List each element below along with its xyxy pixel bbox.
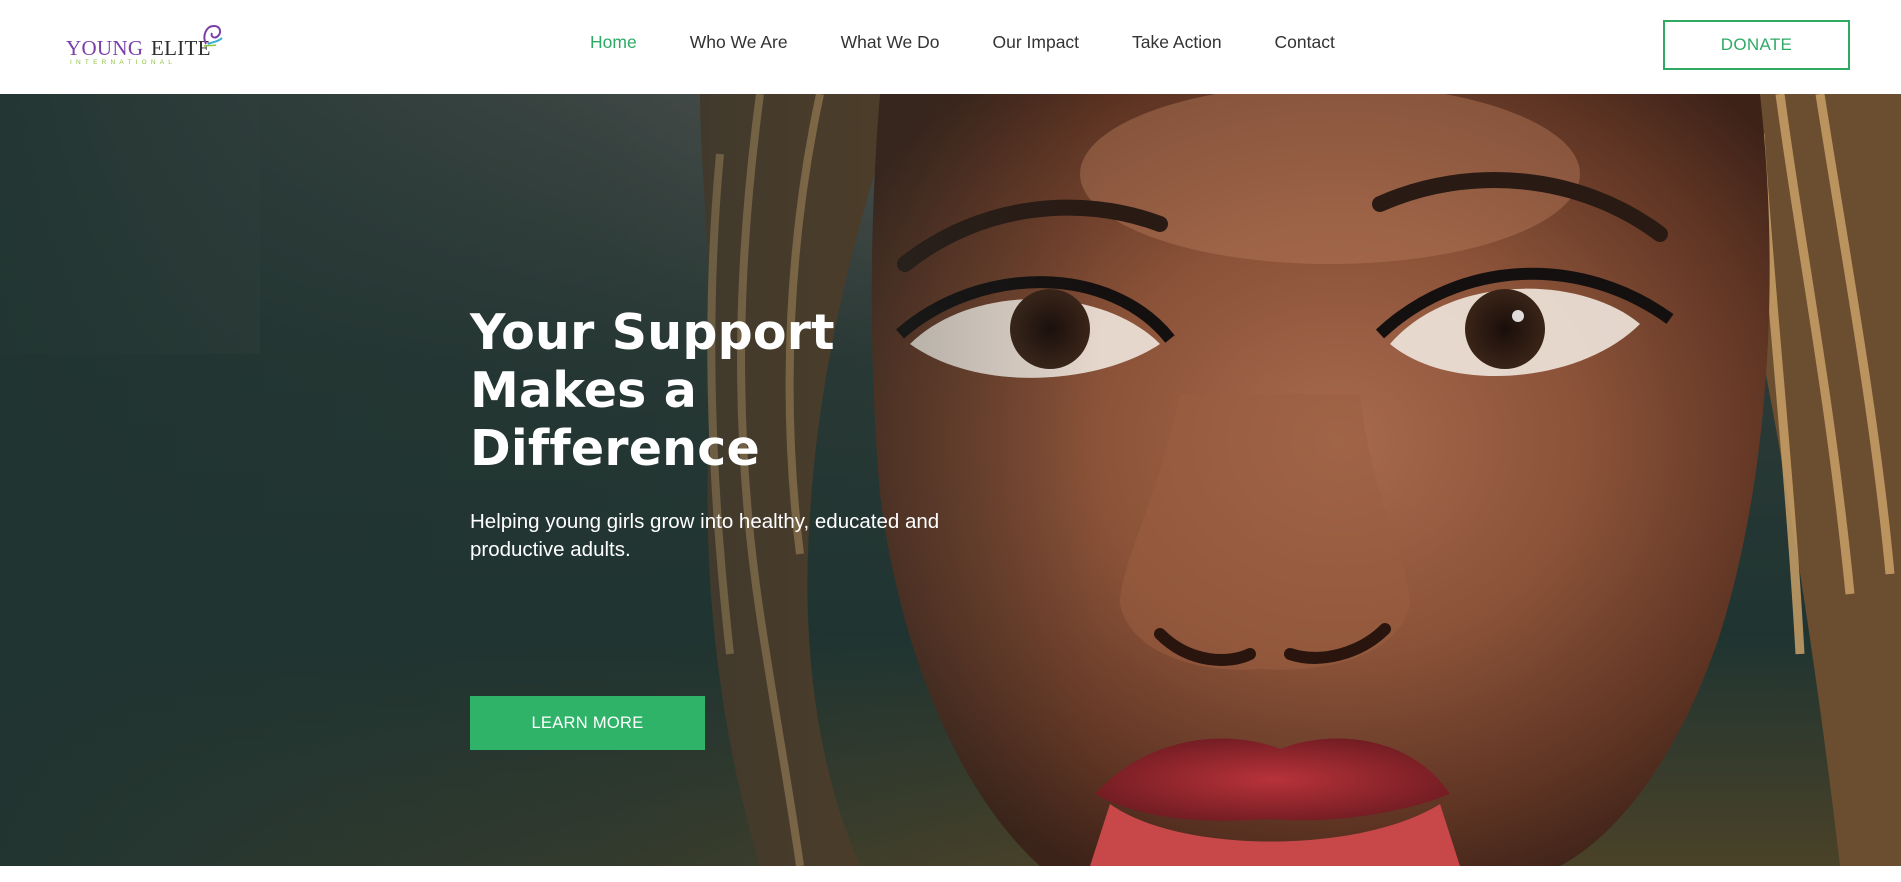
nav-item-contact[interactable]: Contact: [1275, 30, 1335, 54]
logo-link[interactable]: YOUNG ELITE INTERNATIONAL: [66, 24, 226, 70]
page-bottom-strip: [0, 866, 1901, 882]
nav-item-who-we-are[interactable]: Who We Are: [690, 30, 788, 54]
site-header: YOUNG ELITE INTERNATIONAL Home Who We Ar…: [0, 0, 1901, 94]
hero-content: Your Support Makes a Difference Helping …: [470, 304, 1010, 750]
learn-more-button[interactable]: LEARN MORE: [470, 696, 705, 750]
hero-title: Your Support Makes a Difference: [470, 304, 835, 477]
hero-section: Your Support Makes a Difference Helping …: [0, 94, 1901, 866]
logo-tagline: INTERNATIONAL: [70, 59, 177, 66]
main-nav: Home Who We Are What We Do Our Impact Ta…: [590, 30, 1388, 54]
nav-item-what-we-do[interactable]: What We Do: [841, 30, 940, 54]
donate-button[interactable]: DONATE: [1663, 20, 1850, 70]
nav-item-take-action[interactable]: Take Action: [1132, 30, 1222, 54]
nav-item-our-impact[interactable]: Our Impact: [992, 30, 1079, 54]
logo-word-young: YOUNG: [66, 36, 144, 60]
hero-subtitle: Helping young girls grow into healthy, e…: [470, 510, 940, 561]
nav-item-home[interactable]: Home: [590, 30, 637, 54]
logo-swirl-icon: [203, 24, 223, 47]
